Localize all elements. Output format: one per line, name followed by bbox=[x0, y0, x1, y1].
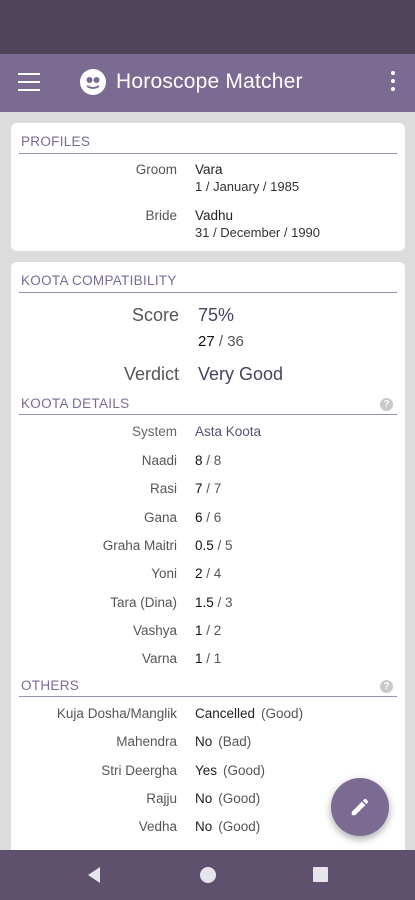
koota-row-value[interactable]: 8 / 8 bbox=[195, 453, 221, 468]
others-row-label: Rajju bbox=[146, 790, 177, 806]
others-row-label: Mahendra bbox=[116, 734, 177, 750]
koota-row-score: 0.5 bbox=[195, 537, 214, 553]
koota-row-value[interactable]: 2 / 4 bbox=[195, 566, 221, 581]
koota-row-score: 1 bbox=[195, 622, 203, 638]
others-row-result: No bbox=[195, 819, 213, 835]
koota-row-score: 7 bbox=[195, 481, 203, 497]
bride-label: Bride bbox=[145, 208, 177, 223]
score-max: / 36 bbox=[218, 333, 244, 350]
others-heading: OTHERS bbox=[21, 678, 80, 693]
others-row-note: (Good) bbox=[218, 819, 261, 835]
koota-row-max: / 5 bbox=[217, 537, 233, 553]
others-row-value[interactable]: Cancelled (Good) bbox=[195, 706, 303, 721]
others-row-result: Yes bbox=[195, 762, 218, 778]
score-label: Score bbox=[131, 305, 179, 325]
others-row-result: No bbox=[195, 790, 213, 806]
bride-name[interactable]: Vadhu bbox=[195, 208, 233, 223]
help-icon[interactable]: ? bbox=[380, 398, 393, 411]
compatibility-heading: KOOTA COMPATIBILITY bbox=[21, 273, 177, 288]
edit-pencil-icon bbox=[351, 798, 369, 816]
koota-row-label: Vashya bbox=[132, 622, 177, 638]
others-row-note: (Bad) bbox=[218, 734, 252, 750]
koota-row-value[interactable]: 0.5 / 5 bbox=[195, 538, 233, 553]
koota-row-score: 8 bbox=[195, 453, 203, 468]
others-row-result: Cancelled bbox=[195, 706, 256, 721]
koota-row-score: 6 bbox=[195, 509, 203, 525]
koota-row-score: 2 bbox=[195, 566, 203, 582]
others-row-value[interactable]: No (Good) bbox=[195, 819, 260, 834]
koota-row-max: / 1 bbox=[206, 651, 222, 667]
score-percent: 75% bbox=[198, 305, 235, 325]
section-divider bbox=[19, 292, 397, 293]
details-heading: KOOTA DETAILS bbox=[21, 396, 130, 411]
groom-label: Groom bbox=[135, 162, 177, 177]
nav-back-icon[interactable] bbox=[88, 867, 100, 883]
koota-row-value[interactable]: 1.5 / 3 bbox=[195, 595, 233, 610]
koota-row-label: Naadi bbox=[141, 453, 177, 468]
koota-row-value[interactable]: 1 / 1 bbox=[195, 651, 221, 666]
koota-row-label: Rasi bbox=[149, 481, 177, 497]
hamburger-menu-icon[interactable] bbox=[18, 73, 42, 93]
others-row-value[interactable]: No (Good) bbox=[195, 791, 260, 806]
others-row-value[interactable]: Yes (Good) bbox=[195, 763, 265, 778]
system-nav-bar bbox=[0, 850, 415, 900]
others-row-note: (Good) bbox=[218, 790, 261, 806]
others-row-label: Kuja Dosha/Manglik bbox=[56, 706, 177, 721]
section-divider bbox=[19, 153, 397, 154]
status-bar bbox=[0, 0, 415, 54]
groom-dob[interactable]: 1 / January / 1985 bbox=[195, 179, 299, 194]
koota-row-max: / 6 bbox=[206, 509, 222, 525]
help-icon[interactable]: ? bbox=[380, 680, 393, 693]
bride-dob[interactable]: 31 / December / 1990 bbox=[195, 225, 320, 240]
koota-row-score: 1 bbox=[195, 651, 203, 667]
koota-row-label: Gana bbox=[143, 509, 177, 525]
app-bar: Horoscope Matcher bbox=[0, 54, 415, 112]
others-row-label: Vedha bbox=[138, 819, 177, 835]
koota-row-label: Graha Maitri bbox=[102, 537, 177, 553]
section-divider bbox=[19, 696, 397, 697]
koota-row-max: / 4 bbox=[206, 566, 222, 582]
koota-row-max: / 3 bbox=[217, 594, 233, 610]
app-logo-icon bbox=[80, 69, 106, 95]
compatibility-card: KOOTA COMPATIBILITY Score 75% 27 / 36 Ve… bbox=[11, 262, 405, 862]
more-vert-icon[interactable] bbox=[389, 71, 397, 95]
others-row-note: (Good) bbox=[223, 762, 266, 778]
verdict-value: Very Good bbox=[198, 364, 284, 384]
koota-row-label: Yoni bbox=[151, 566, 177, 582]
nav-home-icon[interactable] bbox=[200, 867, 216, 883]
koota-row-value[interactable]: 1 / 2 bbox=[195, 623, 221, 638]
koota-row-value[interactable]: 7 / 7 bbox=[195, 481, 221, 496]
score-fraction: 27 / 36 bbox=[198, 333, 244, 350]
nav-recents-icon[interactable] bbox=[313, 867, 328, 882]
profiles-card: PROFILES Groom Vara 1 / January / 1985 B… bbox=[11, 123, 405, 251]
koota-row-label: Varna bbox=[141, 651, 177, 667]
verdict-label: Verdict bbox=[123, 364, 179, 384]
section-divider bbox=[19, 414, 397, 415]
koota-row-max: / 2 bbox=[206, 622, 222, 638]
others-row-result: No bbox=[195, 734, 213, 750]
koota-row-score: 1.5 bbox=[195, 594, 214, 610]
others-row-value[interactable]: No (Bad) bbox=[195, 734, 251, 749]
edit-fab-button[interactable] bbox=[331, 778, 389, 836]
profiles-heading: PROFILES bbox=[21, 134, 91, 149]
koota-row-max: / 7 bbox=[206, 481, 222, 497]
koota-row-value[interactable]: 6 / 6 bbox=[195, 510, 221, 525]
others-row-label: Stri Deergha bbox=[101, 762, 177, 778]
score-value: 27 bbox=[198, 333, 215, 350]
system-label: System bbox=[131, 424, 177, 439]
groom-name[interactable]: Vara bbox=[195, 162, 223, 177]
system-value[interactable]: Asta Koota bbox=[195, 424, 261, 439]
others-row-note: (Good) bbox=[261, 706, 304, 721]
app-title: Horoscope Matcher bbox=[116, 70, 303, 93]
koota-row-label: Tara (Dina) bbox=[110, 594, 177, 610]
koota-row-max: / 8 bbox=[206, 453, 222, 468]
